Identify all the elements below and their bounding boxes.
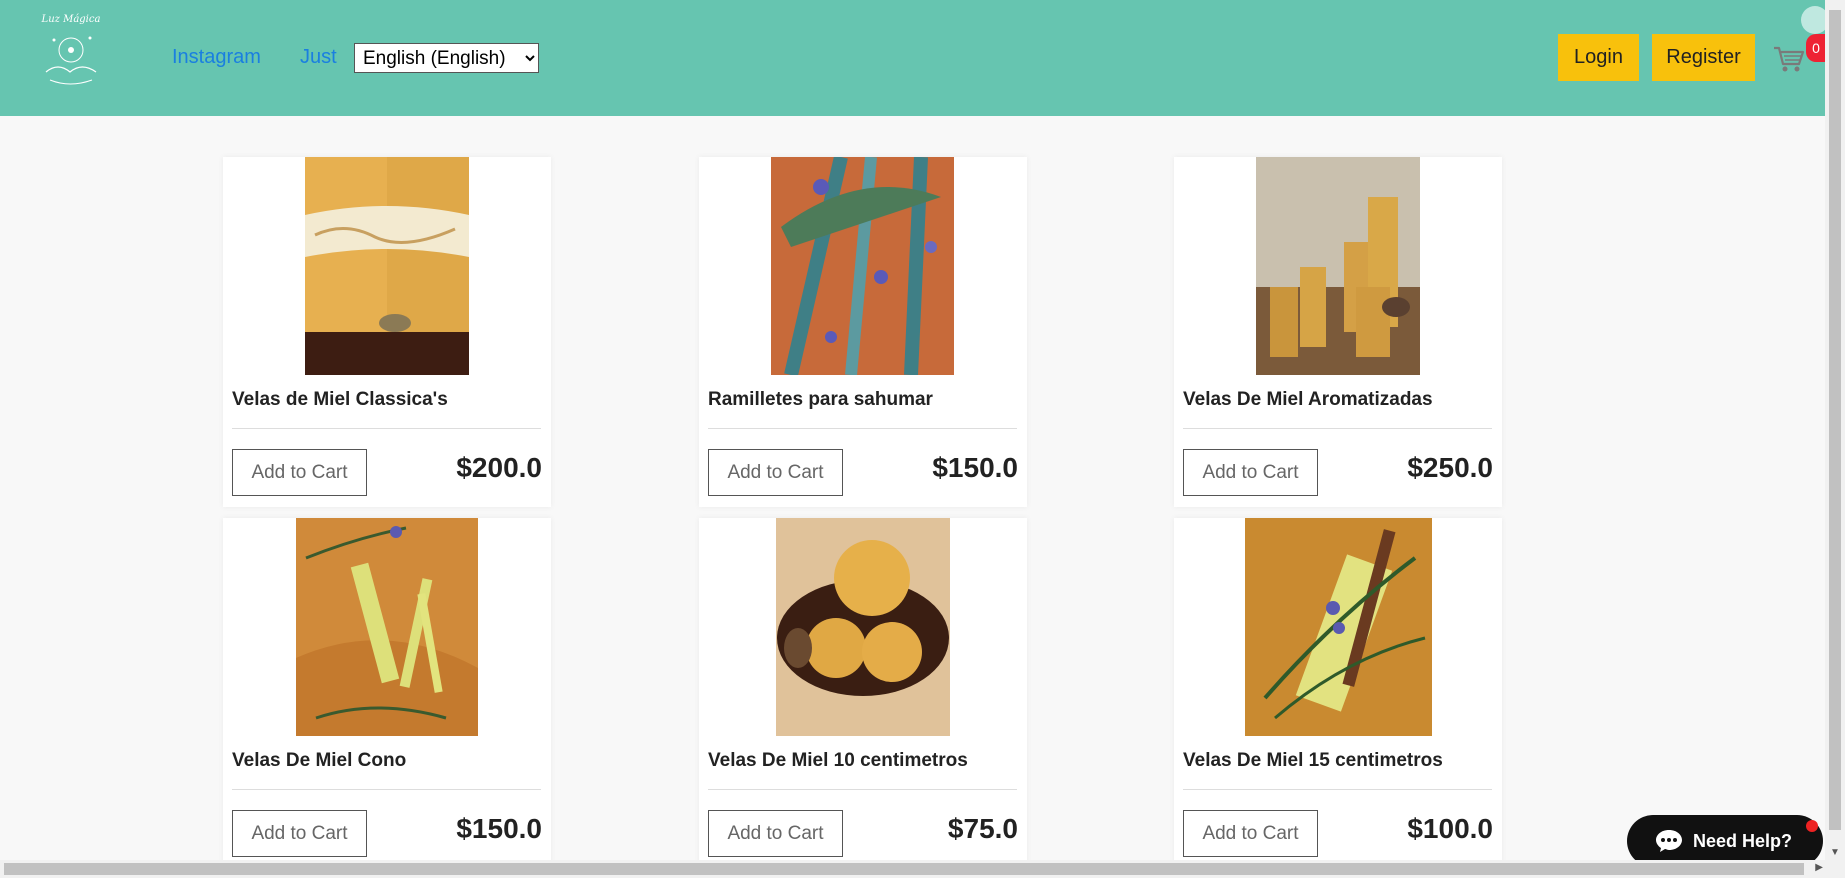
nav-instagram-link[interactable]: Instagram — [172, 46, 261, 69]
product-price: $200.0 — [456, 452, 542, 483]
product-image[interactable] — [771, 157, 954, 375]
login-button[interactable]: Login — [1558, 34, 1639, 81]
product-price: $75.0 — [947, 813, 1018, 844]
divider — [1183, 428, 1492, 429]
product-image[interactable] — [1245, 518, 1432, 736]
product-price: $250.0 — [1407, 452, 1493, 483]
add-to-cart-button[interactable]: Add to Cart — [232, 449, 367, 496]
chat-label: Need Help? — [1693, 831, 1793, 851]
product-name: Velas De Miel 15 centimetros — [1183, 750, 1443, 771]
site-logo[interactable]: Luz Mágica — [36, 14, 106, 94]
divider — [232, 428, 541, 429]
horizontal-scroll-thumb[interactable] — [4, 863, 1804, 875]
product-name: Ramilletes para sahumar — [708, 389, 933, 410]
product-price: $150.0 — [932, 452, 1018, 483]
add-to-cart-button[interactable]: Add to Cart — [232, 810, 367, 857]
product-image[interactable] — [1256, 157, 1420, 375]
logo-text: Luz Mágica — [41, 14, 101, 25]
vertical-scroll-thumb[interactable] — [1829, 10, 1841, 830]
product-card: Velas De Miel 10 centimetros Add to Cart… — [699, 518, 1027, 868]
product-image[interactable] — [305, 157, 469, 375]
vertical-scrollbar[interactable]: ▼ — [1825, 0, 1845, 860]
chat-notification-dot — [1806, 820, 1818, 832]
hands-logo-icon — [45, 36, 97, 85]
product-price: $150.0 — [456, 813, 542, 844]
product-name: Velas De Miel Cono — [232, 750, 407, 771]
add-to-cart-button[interactable]: Add to Cart — [708, 449, 843, 496]
scroll-down-arrow-icon[interactable]: ▼ — [1830, 847, 1840, 858]
scroll-right-arrow-icon[interactable]: ▶ — [1815, 862, 1823, 873]
site-header: Luz Mágica Instagram Just English (Engli… — [0, 0, 1829, 116]
cart-icon[interactable] — [1773, 44, 1805, 74]
horizontal-scrollbar[interactable]: ▶ — [0, 860, 1845, 878]
product-card: Velas De Miel 15 centimetros Add to Cart… — [1174, 518, 1502, 868]
add-to-cart-button[interactable]: Add to Cart — [1183, 449, 1318, 496]
divider — [708, 428, 1017, 429]
divider — [708, 789, 1017, 790]
chat-bubble-icon — [1656, 830, 1682, 852]
nav-just-link[interactable]: Just — [300, 46, 337, 69]
divider — [1183, 789, 1492, 790]
product-image[interactable] — [296, 518, 478, 736]
product-name: Velas De Miel 10 centimetros — [708, 750, 968, 771]
product-image[interactable] — [776, 518, 950, 736]
add-to-cart-button[interactable]: Add to Cart — [708, 810, 843, 857]
product-card: Ramilletes para sahumar Add to Cart $150… — [699, 157, 1027, 507]
product-name: Velas de Miel Classica's — [232, 389, 448, 410]
cart-count-badge: 0 — [1806, 34, 1826, 62]
product-card: Velas De Miel Aromatizadas Add to Cart $… — [1174, 157, 1502, 507]
product-card: Velas de Miel Classica's Add to Cart $20… — [223, 157, 551, 507]
language-select[interactable]: English (English) — [354, 43, 539, 73]
register-button[interactable]: Register — [1652, 34, 1755, 81]
divider — [232, 789, 541, 790]
add-to-cart-button[interactable]: Add to Cart — [1183, 810, 1318, 857]
product-name: Velas De Miel Aromatizadas — [1183, 389, 1433, 410]
product-card: Velas De Miel Cono Add to Cart $150.0 — [223, 518, 551, 868]
product-price: $100.0 — [1407, 813, 1493, 844]
